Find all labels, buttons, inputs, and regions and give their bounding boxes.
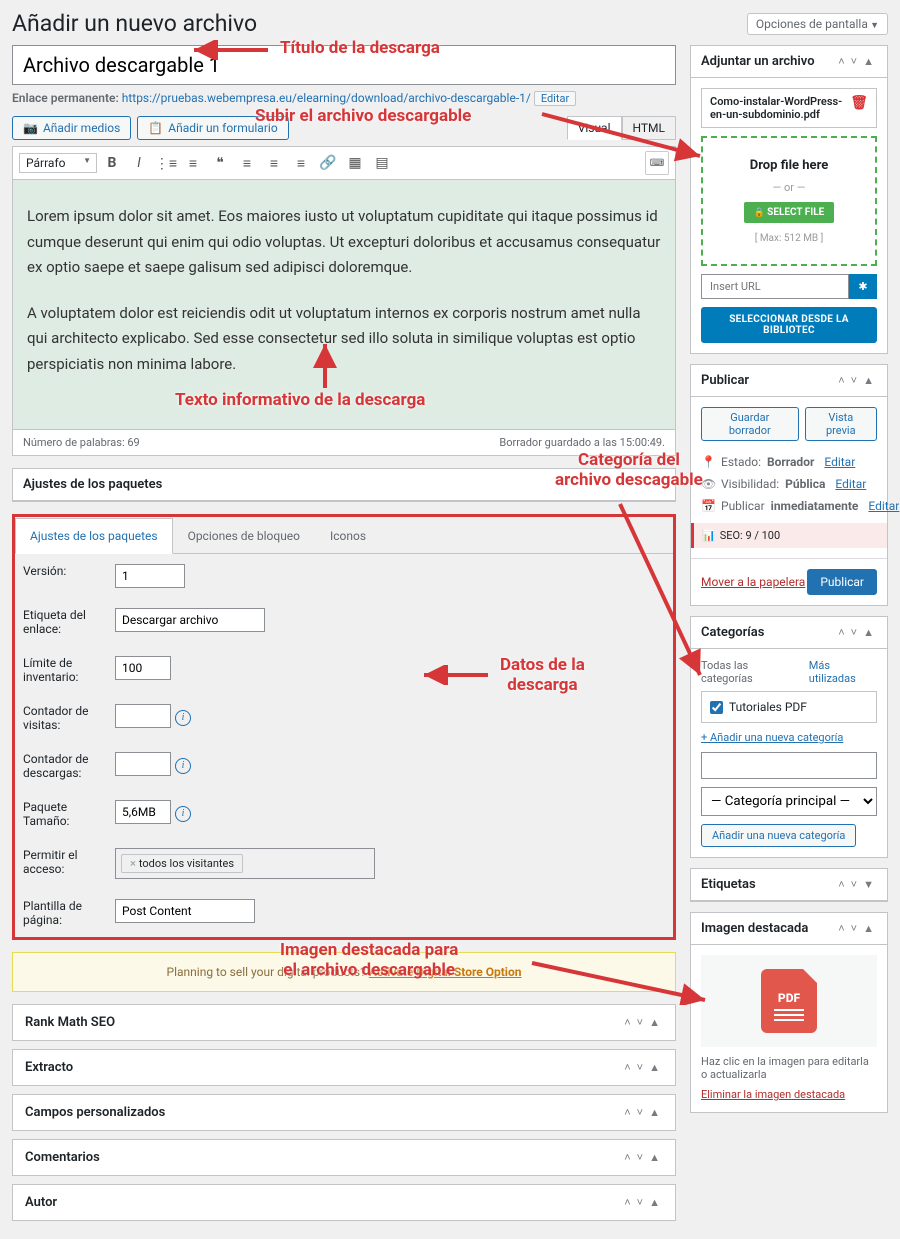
publish-title: Publicar [701, 373, 835, 388]
permalink: Enlace permanente: https://pruebas.webem… [12, 91, 676, 106]
add-form-button[interactable]: 📋Añadir un formulario [137, 116, 288, 140]
numbered-list-icon[interactable]: ≡ [181, 151, 205, 175]
all-categories-tab[interactable]: Todas las categorías [701, 659, 799, 685]
bullet-list-icon[interactable]: ⋮≡ [154, 151, 178, 175]
select-from-library-button[interactable]: SELECCIONAR DESDE LA BIBLIOTEC [701, 307, 877, 343]
link-icon[interactable]: 🔗 [316, 151, 340, 175]
featured-image[interactable]: PDF [701, 955, 877, 1047]
chevron-down-icon[interactable]: ˅ [848, 55, 860, 68]
seo-score: 📊SEO: 9 / 100 [691, 523, 887, 548]
remove-featured-link[interactable]: Eliminar la imagen destacada [701, 1088, 845, 1101]
edit-visibility-link[interactable]: Editar [835, 477, 866, 491]
chevron-up-icon[interactable]: ˄ [835, 55, 847, 68]
italic-icon[interactable]: I [127, 151, 151, 175]
package-settings-title: Ajustes de los paquetes [23, 477, 665, 492]
downloads-input[interactable] [115, 752, 171, 776]
visual-tab[interactable]: Visual [567, 116, 622, 140]
category-checkbox[interactable]: Tutoriales PDF [710, 700, 868, 714]
excerpt-box[interactable]: Extracto [25, 1060, 621, 1075]
attached-filename: Como-instalar-WordPress-en-un-subdominio… [710, 95, 844, 121]
editor-toolbar: Párrafo B I ⋮≡ ≡ ❝ ≡ ≡ ≡ 🔗 ▦ ▤ ⌨ [12, 146, 676, 180]
insert-url-input[interactable] [701, 274, 849, 299]
page-title: Añadir un nuevo archivo [12, 10, 257, 37]
most-used-tab[interactable]: Más utilizadas [809, 659, 877, 685]
calendar-icon: 📅 [701, 499, 715, 513]
tab-icons[interactable]: Iconos [315, 518, 381, 554]
save-draft-button[interactable]: Guardar borrador [701, 407, 799, 441]
preview-button[interactable]: Vista previa [805, 407, 877, 441]
save-status: Borrador guardado a las 15:00:49. [499, 436, 665, 449]
html-tab[interactable]: HTML [622, 116, 677, 140]
editor-content[interactable]: Lorem ipsum dolor sit amet. Eos maiores … [12, 180, 676, 430]
quote-icon[interactable]: ❝ [208, 151, 232, 175]
move-to-trash-link[interactable]: Mover a la papelera [701, 575, 805, 589]
access-chip[interactable]: todos los visitantes [121, 854, 243, 873]
toggle-icon[interactable]: ▲ [646, 1016, 663, 1029]
toolbar-toggle-icon[interactable]: ▤ [370, 151, 394, 175]
trash-icon[interactable]: 🗑 [850, 95, 868, 111]
keyboard-icon[interactable]: ⌨ [645, 151, 669, 175]
dropzone[interactable]: Drop file here — or — SELECT FILE [ Max:… [701, 136, 877, 266]
info-icon[interactable]: i [175, 806, 191, 822]
author-box[interactable]: Autor [25, 1195, 621, 1210]
eye-icon: 👁 [701, 477, 715, 491]
edit-status-link[interactable]: Editar [824, 455, 855, 469]
chevron-down-icon[interactable]: ˅ [634, 1016, 646, 1029]
format-select[interactable]: Párrafo [19, 153, 97, 173]
camera-icon: 📷 [23, 121, 38, 135]
version-input[interactable] [115, 564, 185, 588]
template-input[interactable] [115, 899, 255, 923]
stock-input[interactable] [115, 656, 171, 680]
categories-title: Categorías [701, 625, 835, 640]
bold-icon[interactable]: B [100, 151, 124, 175]
post-title-input[interactable] [12, 45, 676, 85]
custom-fields-box[interactable]: Campos personalizados [25, 1105, 621, 1120]
info-icon[interactable]: i [175, 758, 191, 774]
publish-button[interactable]: Publicar [807, 569, 877, 595]
align-left-icon[interactable]: ≡ [235, 151, 259, 175]
info-icon[interactable]: i [175, 710, 191, 726]
package-settings-panel: Ajustes de los paquetes Opciones de bloq… [12, 514, 676, 940]
toggle-icon[interactable]: ▲ [860, 55, 877, 68]
link-label-input[interactable] [115, 608, 265, 632]
pdf-icon: PDF [778, 991, 800, 1005]
new-category-input[interactable] [701, 752, 877, 779]
parent-category-select[interactable]: — Categoría principal — [701, 787, 877, 816]
activate-store-link[interactable]: Activate Digital Store Option [369, 965, 522, 979]
url-settings-button[interactable]: ✱ [849, 274, 877, 299]
rank-math-box[interactable]: Rank Math SEO [25, 1015, 621, 1030]
form-icon: 📋 [148, 121, 163, 135]
tab-lock-options[interactable]: Opciones de bloqueo [173, 518, 315, 554]
align-right-icon[interactable]: ≡ [289, 151, 313, 175]
tab-package-settings[interactable]: Ajustes de los paquetes [15, 518, 173, 554]
add-media-button[interactable]: 📷Añadir medios [12, 116, 131, 140]
store-notice: Planning to sell your digital products? … [12, 952, 676, 992]
permalink-url[interactable]: https://pruebas.webempresa.eu/elearning/… [122, 91, 531, 105]
featured-image-title: Imagen destacada [701, 921, 835, 936]
word-count: Número de palabras: 69 [23, 436, 140, 449]
select-file-button[interactable]: SELECT FILE [744, 202, 835, 223]
size-input[interactable] [115, 800, 171, 824]
edit-schedule-link[interactable]: Editar [868, 499, 899, 513]
views-input[interactable] [115, 704, 171, 728]
edit-slug-button[interactable]: Editar [534, 91, 576, 106]
more-icon[interactable]: ▦ [343, 151, 367, 175]
chevron-up-icon[interactable]: ˄ [621, 1016, 633, 1029]
screen-options-button[interactable]: Opciones de pantalla [747, 13, 888, 35]
add-category-link[interactable]: + Añadir una nueva categoría [701, 731, 877, 744]
featured-caption: Haz clic en la imagen para editarla o ac… [701, 1055, 877, 1081]
pin-icon: 📍 [701, 455, 715, 469]
align-center-icon[interactable]: ≡ [262, 151, 286, 175]
attach-title: Adjuntar un archivo [701, 54, 835, 69]
tags-title: Etiquetas [701, 877, 835, 892]
add-category-button[interactable]: Añadir una nueva categoría [701, 824, 856, 847]
